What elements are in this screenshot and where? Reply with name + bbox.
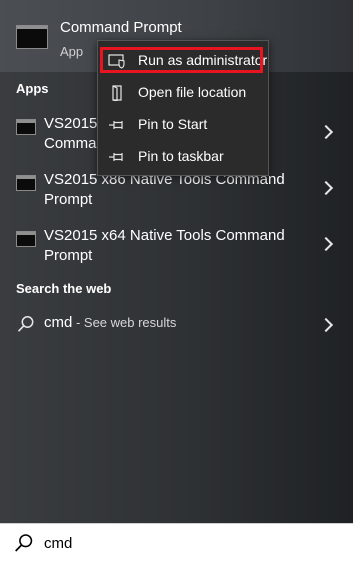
command-prompt-icon (16, 25, 48, 49)
console-app-icon (16, 119, 36, 135)
web-search-text: cmd - See web results (44, 314, 176, 331)
chevron-right-icon[interactable] (318, 317, 334, 333)
web-query: cmd (44, 314, 73, 331)
best-match-subtitle: App (60, 44, 84, 59)
highlight-box (100, 47, 263, 73)
app-result-item[interactable]: VS2015 x64 Native Tools Command Prompt (0, 227, 353, 281)
menu-item-label: Pin to Start (138, 116, 208, 132)
console-app-icon (16, 175, 36, 191)
menu-item-label: Open file location (138, 84, 247, 100)
search-icon (15, 534, 33, 552)
chevron-right-icon[interactable] (318, 124, 334, 140)
chevron-right-icon[interactable] (318, 236, 334, 252)
search-box[interactable]: cmd (0, 523, 353, 561)
apps-section-header: Apps (16, 81, 49, 96)
console-app-icon (16, 231, 36, 247)
pin-icon (109, 121, 123, 129)
app-result-label: VS2015 x86 Native Tools Command Prompt (44, 171, 285, 208)
best-match-title: Command Prompt (60, 19, 182, 36)
chevron-right-icon[interactable] (318, 180, 334, 196)
menu-item-open-file-location[interactable]: Open file location (98, 79, 268, 107)
app-result-label: VS2015 x64 Native Tools Command Prompt (44, 227, 285, 264)
menu-item-label: Pin to taskbar (138, 148, 224, 164)
search-input[interactable]: cmd (44, 535, 72, 552)
web-search-result[interactable]: cmd - See web results (0, 312, 353, 336)
app-result-item[interactable]: VS2015 x86 Native Tools Command Prompt (0, 171, 353, 225)
folder-location-icon (112, 85, 122, 101)
pin-icon (109, 153, 123, 161)
menu-item-pin-to-start[interactable]: Pin to Start (98, 111, 268, 139)
web-hint: - See web results (72, 315, 177, 330)
menu-item-pin-to-taskbar[interactable]: Pin to taskbar (98, 143, 268, 171)
context-menu: Run as administrator Open file location … (97, 40, 269, 176)
web-section-header: Search the web (16, 281, 112, 296)
search-icon (17, 316, 34, 332)
